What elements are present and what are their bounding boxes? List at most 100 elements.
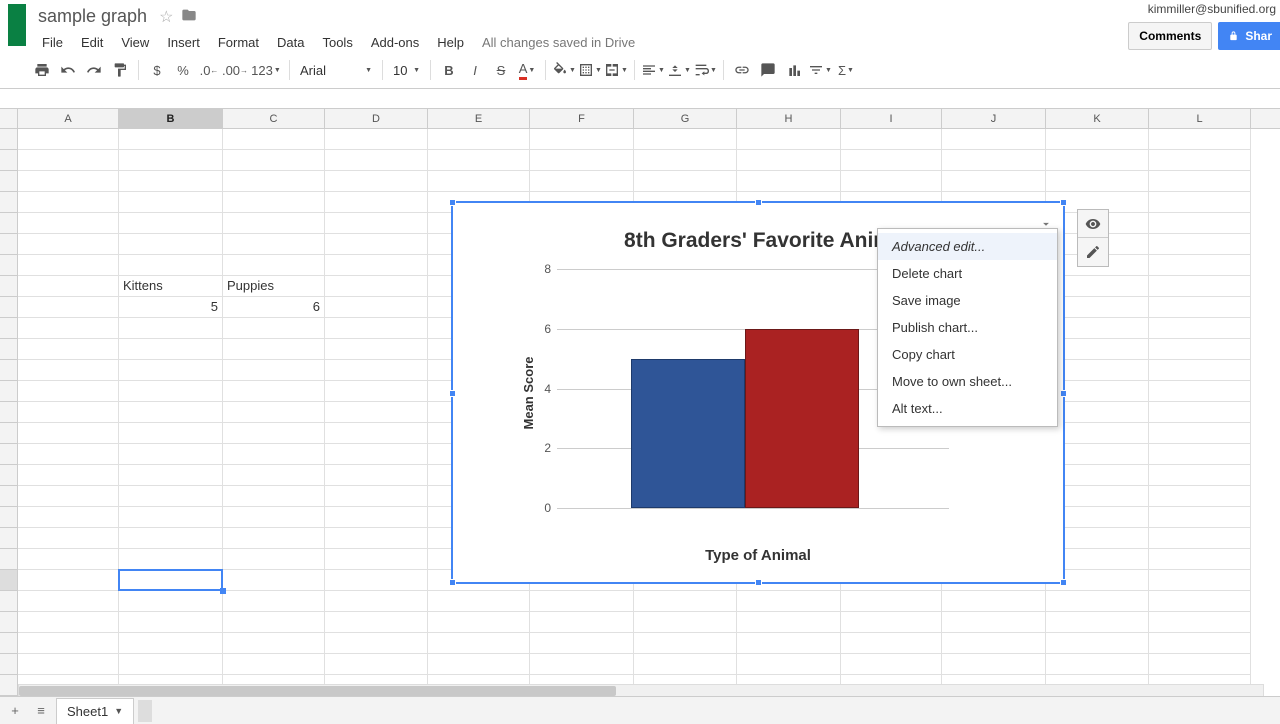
- cell[interactable]: [119, 171, 223, 192]
- ctx-save-image[interactable]: Save image: [878, 287, 1057, 314]
- cell[interactable]: [1046, 591, 1149, 612]
- chart-view-icon[interactable]: [1078, 210, 1108, 238]
- row-header[interactable]: [0, 549, 18, 570]
- cell[interactable]: [942, 612, 1046, 633]
- col-header-F[interactable]: F: [530, 109, 634, 128]
- link-icon[interactable]: [730, 58, 754, 82]
- cell[interactable]: [1149, 255, 1251, 276]
- cell[interactable]: [18, 423, 119, 444]
- row-header[interactable]: [0, 339, 18, 360]
- cell[interactable]: [325, 276, 428, 297]
- cell[interactable]: [325, 339, 428, 360]
- cell[interactable]: [119, 234, 223, 255]
- cell[interactable]: [1149, 423, 1251, 444]
- cell[interactable]: [119, 633, 223, 654]
- cell[interactable]: [119, 381, 223, 402]
- cell[interactable]: [325, 549, 428, 570]
- cell[interactable]: [737, 633, 841, 654]
- cell[interactable]: [119, 339, 223, 360]
- menu-insert[interactable]: Insert: [159, 31, 208, 54]
- number-format-button[interactable]: 123▼: [249, 58, 283, 82]
- cell[interactable]: [530, 171, 634, 192]
- cell[interactable]: [325, 486, 428, 507]
- cell[interactable]: [325, 570, 428, 591]
- cell[interactable]: [223, 423, 325, 444]
- cell[interactable]: [223, 591, 325, 612]
- row-header[interactable]: [0, 591, 18, 612]
- select-all-corner[interactable]: [0, 109, 18, 128]
- cell[interactable]: [325, 297, 428, 318]
- functions-icon[interactable]: Σ▼: [834, 58, 858, 82]
- tab-scroll-handle[interactable]: [138, 700, 152, 722]
- cell[interactable]: [530, 591, 634, 612]
- cell[interactable]: Kittens: [119, 276, 223, 297]
- cell[interactable]: [223, 465, 325, 486]
- col-header-K[interactable]: K: [1046, 109, 1149, 128]
- cell[interactable]: [634, 654, 737, 675]
- cell[interactable]: [18, 213, 119, 234]
- undo-icon[interactable]: [56, 58, 80, 82]
- menu-view[interactable]: View: [113, 31, 157, 54]
- cell[interactable]: [942, 654, 1046, 675]
- valign-button[interactable]: ▼: [667, 58, 691, 82]
- cell[interactable]: [223, 192, 325, 213]
- cell[interactable]: [530, 129, 634, 150]
- cell[interactable]: [223, 360, 325, 381]
- cell[interactable]: [18, 150, 119, 171]
- menu-format[interactable]: Format: [210, 31, 267, 54]
- cell[interactable]: [119, 591, 223, 612]
- cell[interactable]: [18, 591, 119, 612]
- col-header-E[interactable]: E: [428, 109, 530, 128]
- cell[interactable]: [530, 633, 634, 654]
- cell[interactable]: [223, 612, 325, 633]
- print-icon[interactable]: [30, 58, 54, 82]
- cell[interactable]: [1149, 486, 1251, 507]
- font-select[interactable]: Arial▼: [296, 61, 376, 80]
- cell[interactable]: [325, 213, 428, 234]
- cell[interactable]: [119, 255, 223, 276]
- cell[interactable]: [223, 528, 325, 549]
- cell[interactable]: [119, 654, 223, 675]
- cell[interactable]: [223, 381, 325, 402]
- ctx-move-sheet[interactable]: Move to own sheet...: [878, 368, 1057, 395]
- cell[interactable]: [18, 255, 119, 276]
- cell[interactable]: [119, 423, 223, 444]
- cell[interactable]: [18, 507, 119, 528]
- cell[interactable]: [223, 129, 325, 150]
- cell[interactable]: [325, 654, 428, 675]
- cell[interactable]: Puppies: [223, 276, 325, 297]
- cell[interactable]: [428, 633, 530, 654]
- cell[interactable]: [119, 612, 223, 633]
- cell[interactable]: [119, 150, 223, 171]
- share-button[interactable]: Shar: [1218, 22, 1280, 50]
- cell[interactable]: [1149, 633, 1251, 654]
- cell[interactable]: [1149, 570, 1251, 591]
- cell[interactable]: [223, 654, 325, 675]
- cell[interactable]: [18, 633, 119, 654]
- cell[interactable]: [841, 129, 942, 150]
- cell[interactable]: [223, 339, 325, 360]
- cell[interactable]: [1046, 633, 1149, 654]
- cell[interactable]: [1149, 507, 1251, 528]
- cell[interactable]: [737, 591, 841, 612]
- cell[interactable]: [119, 129, 223, 150]
- cell[interactable]: [841, 591, 942, 612]
- chart-edit-icon[interactable]: [1078, 238, 1108, 266]
- cell[interactable]: [325, 591, 428, 612]
- cell[interactable]: [119, 486, 223, 507]
- cell[interactable]: [942, 633, 1046, 654]
- cell[interactable]: [1149, 654, 1251, 675]
- cell[interactable]: [942, 171, 1046, 192]
- folder-icon[interactable]: [181, 7, 197, 26]
- row-header[interactable]: [0, 192, 18, 213]
- cell[interactable]: [18, 402, 119, 423]
- cell[interactable]: [1149, 549, 1251, 570]
- cell[interactable]: [1149, 528, 1251, 549]
- row-header[interactable]: [0, 633, 18, 654]
- cell[interactable]: [737, 654, 841, 675]
- ctx-publish-chart[interactable]: Publish chart...: [878, 314, 1057, 341]
- cell[interactable]: [18, 486, 119, 507]
- cell[interactable]: [119, 213, 223, 234]
- cell[interactable]: [428, 129, 530, 150]
- col-header-C[interactable]: C: [223, 109, 325, 128]
